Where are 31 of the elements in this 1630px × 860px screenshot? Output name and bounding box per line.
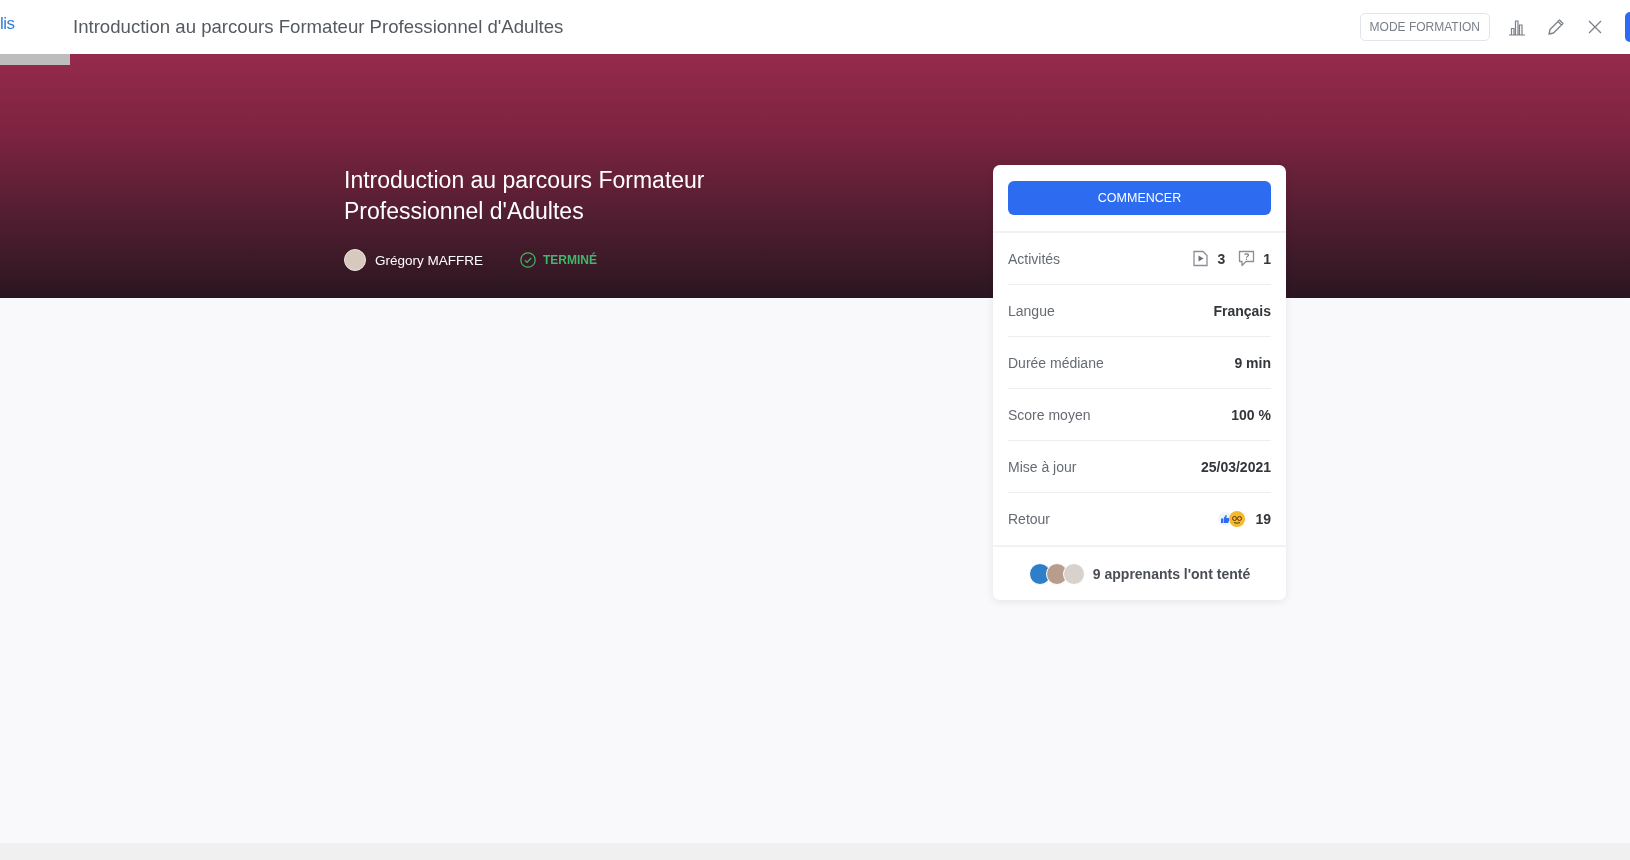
row-label: Mise à jour xyxy=(1008,458,1077,475)
row-label: Langue xyxy=(1008,302,1055,319)
page-title: Introduction au parcours Formateur Professionnel d'Adultes xyxy=(73,16,564,38)
author-name[interactable]: Grégory MAFFRE xyxy=(375,252,483,268)
pencil-icon[interactable] xyxy=(1547,18,1565,36)
close-icon[interactable] xyxy=(1586,18,1604,36)
bar-chart-icon[interactable] xyxy=(1508,18,1526,36)
row-value: 9 min xyxy=(1234,354,1271,371)
status-label: TERMINÉ xyxy=(543,253,597,267)
avatar xyxy=(344,249,366,271)
side-tab[interactable] xyxy=(1625,12,1630,42)
row-value: 100 % xyxy=(1231,406,1271,423)
activity-count: 3 xyxy=(1217,250,1226,267)
question-bubble-icon xyxy=(1238,250,1256,267)
course-title: Introduction au parcours Formateur Professionnel d'Adultes xyxy=(344,166,706,226)
play-document-icon xyxy=(1192,250,1210,267)
row-label: Retour xyxy=(1008,511,1051,527)
corner-strip xyxy=(0,54,70,65)
start-button[interactable]: COMMENCER xyxy=(1008,181,1271,215)
mode-button[interactable]: MODE FORMATION xyxy=(1359,13,1490,41)
feedback-count: 19 xyxy=(1255,511,1271,527)
avatar xyxy=(1062,562,1085,585)
activity-count: 1 xyxy=(1263,250,1271,267)
row-label: Durée médiane xyxy=(1008,354,1104,371)
row-value: Français xyxy=(1213,302,1271,319)
logo-text[interactable]: lis xyxy=(0,14,15,34)
row-label: Activités xyxy=(1008,250,1061,267)
row-label: Score moyen xyxy=(1008,406,1091,423)
emoji-face-icon xyxy=(1229,511,1246,527)
learners-text[interactable]: 9 apprenants l'ont tenté xyxy=(1092,565,1251,582)
row-value: 25/03/2021 xyxy=(1200,458,1271,475)
